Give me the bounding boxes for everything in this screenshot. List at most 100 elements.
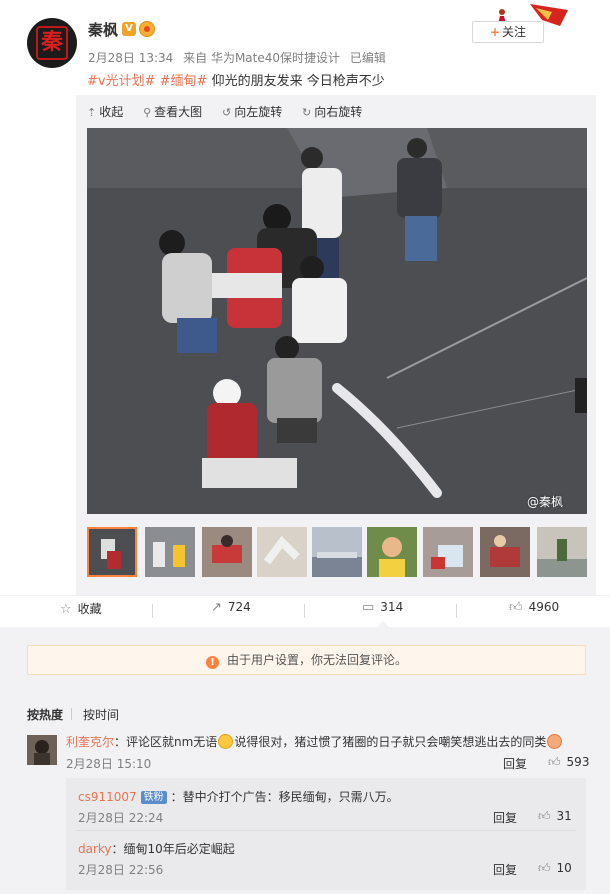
- reply-button[interactable]: 回复: [493, 809, 517, 826]
- thumbnail-strip: [87, 527, 597, 580]
- like-button[interactable]: 👍︎ 4960: [509, 600, 559, 615]
- divider: [456, 604, 457, 618]
- favorite-label: 收藏: [77, 602, 102, 616]
- comment-body-b: 说得很对，猪过惯了猪圈的日子就只会嘲笑想逃出去的同类: [234, 735, 547, 749]
- favorite-button[interactable]: ☆ 收藏: [60, 600, 102, 617]
- weibo-watermark: @秦枫: [527, 495, 564, 509]
- rotate-right-label: 向右旋转: [314, 105, 363, 119]
- reply-like-count: 10: [556, 861, 572, 875]
- reply-disabled-notice: ! 由于用户设置，你无法回复评论。: [27, 645, 586, 675]
- post-body: #v光计划# #缅甸# 仰光的朋友发来 今日枪声不少: [87, 70, 385, 89]
- thumbs-up-icon: 👍︎: [509, 600, 523, 615]
- thumbs-up-icon: 👍︎: [538, 809, 551, 823]
- comment-like-button[interactable]: 👍︎ 593: [548, 755, 589, 770]
- reply-like-count: 31: [556, 809, 572, 823]
- collapse-button[interactable]: ⇡ 收起: [87, 103, 123, 120]
- comment-time: 2月28日 15:10: [66, 757, 152, 771]
- avatar-image: [27, 735, 57, 765]
- thumbnail[interactable]: [312, 527, 362, 577]
- thumbnail-image: [480, 527, 530, 577]
- reply-body: ：缅甸10年后必定崛起: [111, 842, 235, 856]
- reply-time: 2月28日 22:56: [78, 863, 164, 877]
- reply-text: darky：缅甸10年后必定崛起: [78, 840, 235, 857]
- comment-text: 利奎克尔：评论区就nm无语 说得很对，猪过惯了猪圈的日子就只会嘲笑想逃出去的同类: [66, 733, 563, 750]
- divider: [76, 830, 576, 831]
- reply-user[interactable]: darky: [78, 842, 112, 856]
- thumbnail[interactable]: [87, 527, 137, 577]
- reply-like-button[interactable]: 👍︎ 31: [538, 809, 572, 824]
- repost-count: 724: [227, 600, 251, 614]
- thumbnail[interactable]: [145, 527, 195, 577]
- commenter-name[interactable]: 利奎克尔: [66, 735, 114, 749]
- thumbnail-image: [257, 527, 307, 577]
- author-avatar[interactable]: 秦: [27, 18, 77, 68]
- comment-count: 314: [380, 600, 404, 614]
- view-large-label: 查看大图: [154, 105, 203, 119]
- thumbnail[interactable]: [367, 527, 417, 577]
- divider: [71, 708, 72, 720]
- star-icon: ☆: [60, 602, 72, 617]
- sort-by-hot-tab[interactable]: 按热度: [27, 706, 63, 723]
- thumbnail-image: [537, 527, 587, 577]
- commenter-avatar[interactable]: [27, 735, 57, 765]
- collapse-label: 收起: [99, 105, 124, 119]
- image-toolbar: ⇡ 收起 ⚲ 查看大图 ↺ 向左旋转 ↻ 向右旋转: [87, 103, 378, 121]
- follow-label: 关注: [502, 25, 527, 39]
- comment-button[interactable]: ▭ 314: [362, 600, 403, 615]
- sort-by-time-tab[interactable]: 按时间: [83, 706, 119, 723]
- reply-body: ：替中介打个广告：移民缅甸，只需八万。: [170, 790, 399, 804]
- hashtag-link[interactable]: #缅甸#: [160, 74, 208, 89]
- reply-user[interactable]: cs911007: [78, 790, 137, 804]
- post-meta: 2月28日 13:34 来自 华为Mate40保时捷设计 已编辑: [88, 49, 392, 66]
- fan-badge: 铁粉: [140, 791, 167, 804]
- thumbnail[interactable]: [537, 527, 587, 577]
- divider: [152, 604, 153, 618]
- edited-label: 已编辑: [349, 51, 386, 65]
- repost-button[interactable]: ↗ 724: [211, 600, 251, 615]
- thumbnail[interactable]: [202, 527, 252, 577]
- comment-body-a: ：评论区就nm无语: [114, 735, 218, 749]
- street-scene-image: [87, 128, 587, 514]
- reply-button[interactable]: 回复: [503, 755, 527, 772]
- notice-text: 由于用户设置，你无法回复评论。: [226, 653, 407, 667]
- face-emoji-icon: [547, 734, 563, 749]
- thumbs-up-icon: 👍︎: [548, 755, 561, 769]
- post-text: 仰光的朋友发来 今日枪声不少: [211, 74, 385, 89]
- rotate-right-icon: ↻: [302, 106, 312, 119]
- arrow-up-icon: ⇡: [87, 106, 97, 119]
- thumbnail-image: [202, 527, 252, 577]
- thumbnail[interactable]: [257, 527, 307, 577]
- magnifier-icon: ⚲: [143, 106, 152, 119]
- plus-icon: +: [489, 25, 501, 39]
- repost-icon: ↗: [211, 600, 222, 615]
- reply-button[interactable]: 回复: [493, 861, 517, 878]
- view-large-button[interactable]: ⚲ 查看大图: [143, 103, 202, 120]
- follow-button[interactable]: + 关注: [472, 21, 544, 43]
- thumbnail-image: [367, 527, 417, 577]
- thumbnail-image: [145, 527, 195, 577]
- comment-like-count: 593: [566, 755, 590, 769]
- rotate-right-button[interactable]: ↻ 向右旋转: [302, 103, 362, 120]
- thumbnail[interactable]: [423, 527, 473, 577]
- rotate-left-icon: ↺: [221, 106, 232, 119]
- post-timestamp[interactable]: 2月28日 13:34: [88, 51, 173, 65]
- seal-logo: 秦: [36, 26, 68, 60]
- thumbnail-image: [423, 527, 473, 577]
- post-source[interactable]: 来自 华为Mate40保时捷设计: [183, 51, 340, 65]
- reply-time: 2月28日 22:24: [78, 811, 164, 825]
- hashtag-link[interactable]: #v光计划#: [87, 74, 155, 89]
- main-photo[interactable]: [87, 128, 587, 514]
- thumbnail-image: [312, 527, 362, 577]
- thumbnail[interactable]: [480, 527, 530, 577]
- like-count: 4960: [528, 600, 560, 614]
- rotate-left-label: 向左旋转: [234, 105, 283, 119]
- reply-text: cs911007 铁粉 ：替中介打个广告：移民缅甸，只需八万。: [78, 788, 399, 805]
- reply-like-button[interactable]: 👍︎ 10: [538, 861, 572, 876]
- warning-icon: !: [205, 656, 219, 669]
- laughing-emoji-icon: [218, 734, 234, 749]
- rotate-left-button[interactable]: ↺ 向左旋转: [222, 103, 282, 120]
- author-name[interactable]: 秦枫: [88, 19, 118, 40]
- vip-badge-icon: [139, 21, 155, 37]
- divider: [304, 604, 305, 618]
- thumbnail-image: [89, 529, 135, 575]
